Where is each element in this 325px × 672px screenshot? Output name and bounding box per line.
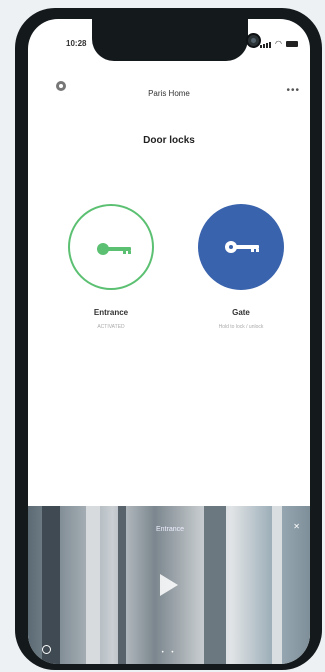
feed-pillar <box>272 506 282 664</box>
lock-gate-status: Hold to lock / unlock <box>218 324 264 330</box>
feed-pillar <box>204 506 226 664</box>
phone-frame: 10:28 ◠ Paris Home ••• Door locks Entran… <box>15 8 322 670</box>
feed-pillar <box>42 506 60 664</box>
home-title[interactable]: Paris Home <box>28 89 310 98</box>
front-camera <box>246 33 261 48</box>
page-dots: • • <box>161 650 177 656</box>
camera-feed[interactable]: Entrance ✕ • • <box>28 506 310 664</box>
lock-gate-name: Gate <box>232 308 250 317</box>
more-options-icon[interactable]: ••• <box>286 85 300 96</box>
status-icons: ◠ <box>260 39 298 48</box>
section-title: Door locks <box>143 135 195 146</box>
lock-entrance-button[interactable] <box>68 204 154 290</box>
feed-pillar <box>86 506 100 664</box>
lock-entrance-status: ACTIVATED <box>97 324 125 330</box>
app-screen: 10:28 ◠ Paris Home ••• Door locks Entran… <box>28 19 310 664</box>
battery-icon <box>286 40 298 47</box>
lock-gate-button[interactable] <box>198 204 284 290</box>
wifi-icon: ◠ <box>275 39 283 48</box>
lock-gate[interactable]: Gate Hold to lock / unlock <box>198 204 284 344</box>
close-icon[interactable]: ✕ <box>293 522 300 531</box>
camera-feed-label: Entrance <box>156 526 185 533</box>
play-icon[interactable] <box>160 574 178 596</box>
key-icon <box>97 243 131 255</box>
status-time: 10:28 <box>66 39 87 48</box>
notch <box>92 19 248 61</box>
lock-entrance-name: Entrance <box>93 308 129 317</box>
feed-pillar <box>118 506 126 664</box>
signal-icon <box>260 39 272 48</box>
key-icon <box>225 241 259 253</box>
lock-entrance[interactable]: Entrance ACTIVATED <box>68 204 154 344</box>
